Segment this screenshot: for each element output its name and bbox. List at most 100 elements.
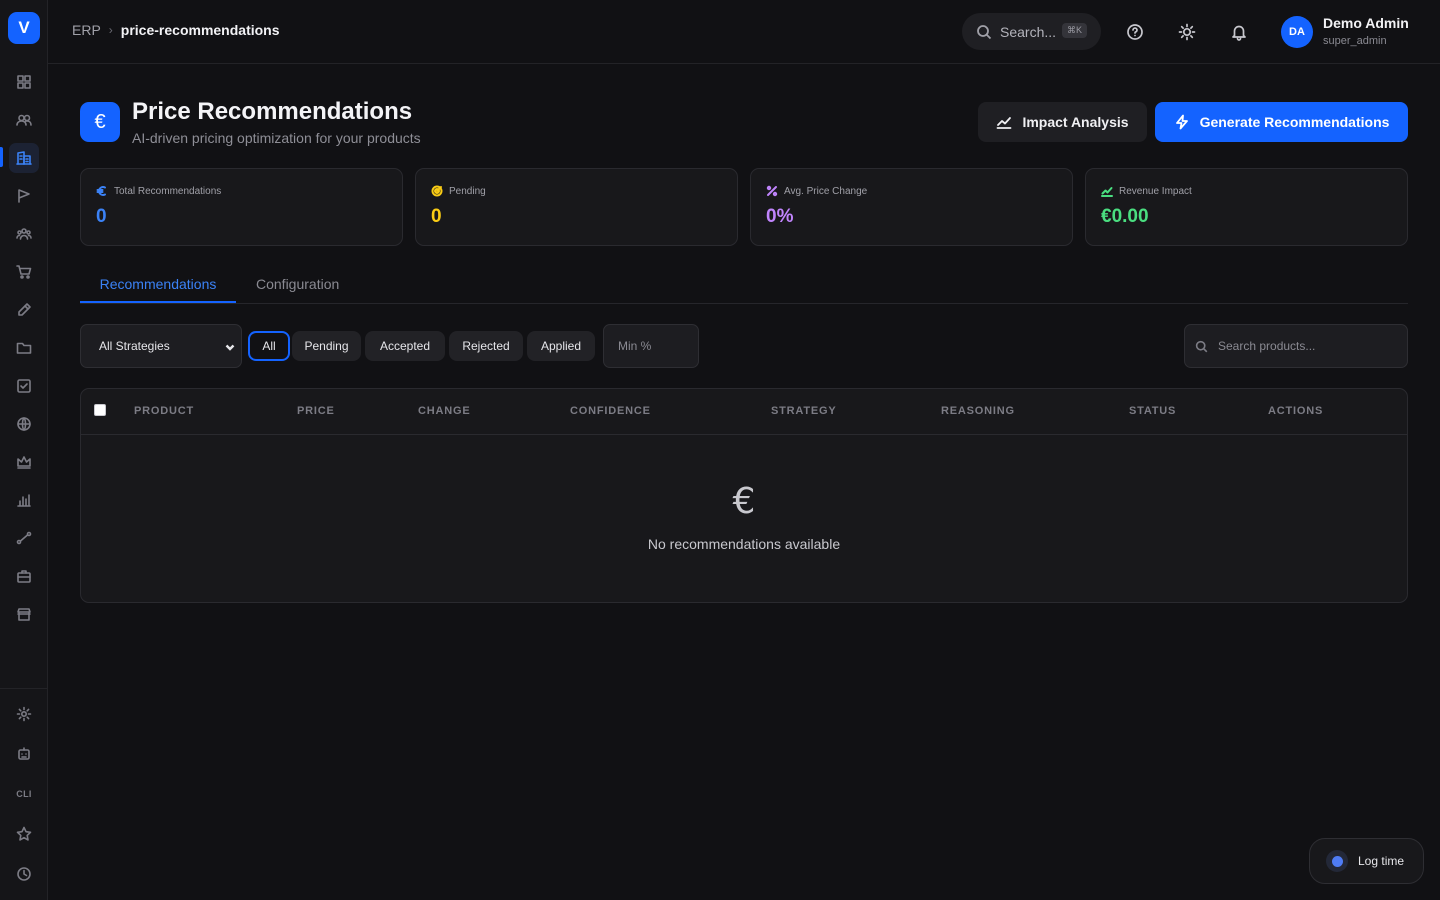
stat-label: Pending — [431, 185, 486, 197]
column-header-status[interactable]: STATUS — [1129, 405, 1176, 417]
column-header-strategy[interactable]: STRATEGY — [771, 405, 836, 417]
stat-value: 0 — [431, 206, 442, 227]
stat-card-pending: Pending 0 — [415, 168, 738, 246]
sidebar-item-pricing[interactable] — [9, 143, 39, 173]
sidebar-item-contacts[interactable] — [9, 105, 39, 135]
stat-label: Revenue Impact — [1101, 185, 1192, 197]
bar-chart-icon — [17, 494, 31, 507]
generate-recommendations-button[interactable]: Generate Recommendations — [1155, 102, 1408, 142]
tab-active-underline — [80, 301, 236, 303]
filter-chip-all[interactable]: All — [248, 331, 290, 361]
sun-icon — [1178, 23, 1196, 41]
empty-state-message: No recommendations available — [647, 536, 841, 552]
crown-icon — [17, 456, 31, 469]
stat-label-text: Avg. Price Change — [784, 185, 868, 197]
stat-label: Total Recommendations — [96, 185, 221, 197]
sidebar-divider — [0, 688, 48, 689]
user-name[interactable]: Demo Admin — [1323, 15, 1409, 31]
users-icon — [16, 114, 32, 126]
sidebar-item-workflows[interactable] — [9, 523, 39, 553]
gear-icon — [16, 706, 32, 722]
stat-card-total: Total Recommendations 0 — [80, 168, 403, 246]
robot-icon — [18, 747, 30, 760]
sidebar-item-favorites[interactable] — [9, 819, 39, 849]
stat-value: 0% — [766, 206, 794, 227]
generate-recommendations-label: Generate Recommendations — [1199, 114, 1390, 130]
sidebar-item-bot[interactable] — [9, 739, 39, 769]
help-button[interactable] — [1123, 20, 1147, 44]
strategy-select[interactable]: All Strategies — [80, 324, 242, 368]
select-all-checkbox[interactable] — [94, 404, 106, 416]
log-time-label: Log time — [1358, 854, 1405, 868]
global-search[interactable]: Search... ⌘K — [962, 13, 1101, 50]
bell-icon — [1232, 25, 1246, 41]
stat-label-text: Revenue Impact — [1119, 185, 1192, 197]
globe-icon — [17, 417, 31, 431]
sidebar-item-cli[interactable]: CLI — [9, 779, 39, 809]
sidebar-item-campaigns[interactable] — [9, 181, 39, 211]
sidebar-item-orders[interactable] — [9, 257, 39, 287]
breadcrumb: ERP › price-recommendations — [72, 22, 280, 38]
star-icon — [16, 826, 32, 841]
stat-label-text: Pending — [449, 185, 486, 197]
cart-icon — [16, 265, 32, 279]
impact-analysis-button[interactable]: Impact Analysis — [978, 102, 1147, 142]
avatar[interactable]: DA — [1281, 16, 1313, 48]
stat-card-avg-change: Avg. Price Change 0% — [750, 168, 1073, 246]
sidebar-item-global[interactable] — [9, 409, 39, 439]
search-icon — [977, 24, 992, 39]
filter-chip-pending[interactable]: Pending — [292, 331, 361, 361]
app-logo[interactable]: V — [8, 12, 40, 44]
euro-icon — [96, 186, 106, 196]
product-search-input[interactable]: Search products... — [1184, 324, 1408, 368]
column-header-price[interactable]: PRICE — [297, 405, 335, 417]
log-time-button[interactable]: Log time — [1309, 838, 1424, 884]
sidebar-item-premium[interactable] — [9, 447, 39, 477]
trending-up-icon — [1101, 187, 1113, 197]
sidebar-item-analytics[interactable] — [9, 485, 39, 515]
route-icon — [16, 531, 32, 545]
strategy-select-value: All Strategies — [99, 339, 170, 353]
sidebar-item-design[interactable] — [9, 295, 39, 325]
sidebar-item-teams[interactable] — [9, 219, 39, 249]
cli-label: CLI — [16, 789, 32, 799]
sidebar-item-settings[interactable] — [9, 699, 39, 729]
timer-icon — [1326, 850, 1348, 872]
filter-chip-applied[interactable]: Applied — [527, 331, 595, 361]
tabs-divider — [80, 303, 1408, 304]
sidebar-item-history[interactable] — [9, 859, 39, 889]
page-subtitle: AI-driven pricing optimization for your … — [132, 130, 421, 146]
breadcrumb-root[interactable]: ERP — [72, 22, 101, 38]
min-percent-input[interactable]: Min % — [603, 324, 699, 368]
filter-chip-accepted[interactable]: Accepted — [365, 331, 445, 361]
sidebar-item-store[interactable] — [9, 599, 39, 629]
column-header-change[interactable]: CHANGE — [418, 405, 470, 417]
column-header-actions: ACTIONS — [1268, 405, 1324, 417]
stat-card-revenue-impact: Revenue Impact €0.00 — [1085, 168, 1408, 246]
sidebar-item-jobs[interactable] — [9, 561, 39, 591]
sidebar-item-tasks[interactable] — [9, 371, 39, 401]
notifications-button[interactable] — [1227, 20, 1251, 44]
empty-state-euro-icon: € — [732, 481, 756, 522]
column-header-reasoning[interactable]: REASONING — [941, 405, 1015, 417]
flag-send-icon — [18, 189, 30, 203]
sidebar-item-files[interactable] — [9, 333, 39, 363]
search-icon — [1195, 340, 1208, 352]
search-shortcut: ⌘K — [1061, 23, 1087, 38]
sidebar: V CLI — [0, 0, 48, 900]
tab-recommendations[interactable]: Recommendations — [80, 276, 236, 292]
clock-icon — [17, 867, 31, 881]
theme-toggle-button[interactable] — [1175, 20, 1199, 44]
percent-icon — [766, 185, 778, 197]
filter-chip-rejected[interactable]: Rejected — [449, 331, 523, 361]
topbar: ERP › price-recommendations Search... ⌘K… — [48, 0, 1440, 64]
building-chart-icon — [16, 151, 32, 165]
target-icon — [431, 185, 443, 197]
impact-analysis-label: Impact Analysis — [1022, 114, 1129, 130]
checkbox-icon — [17, 379, 31, 393]
column-header-confidence[interactable]: CONFIDENCE — [570, 405, 651, 417]
column-header-product[interactable]: PRODUCT — [134, 405, 194, 417]
tab-configuration[interactable]: Configuration — [256, 276, 339, 292]
sidebar-item-dashboard[interactable] — [9, 67, 39, 97]
recommendations-table: PRODUCT PRICE CHANGE CONFIDENCE STRATEGY… — [80, 388, 1408, 603]
